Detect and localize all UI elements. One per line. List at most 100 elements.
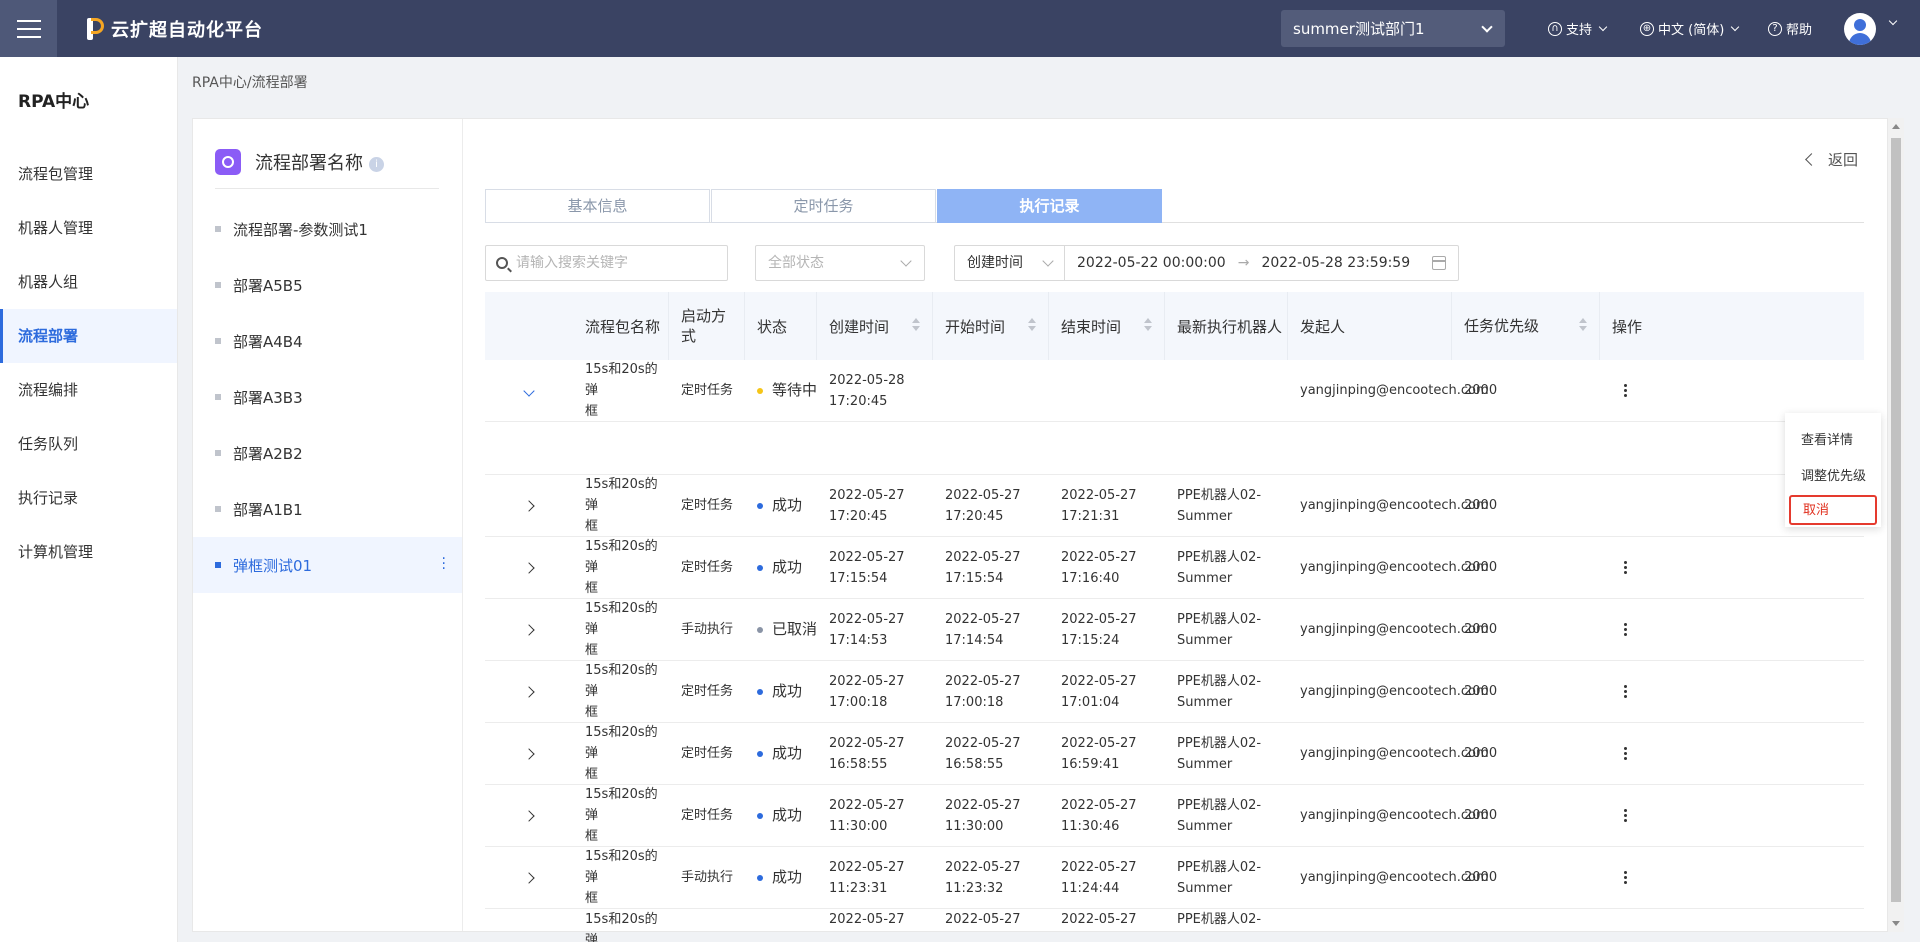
table-row[interactable]: 15s和20s的弹框手动执行 成功 2022-05-27 11:23:31 2022-0… [485,847,1864,909]
status-badge: 成功 [745,805,817,826]
help-link[interactable]: ? 帮助 [1768,19,1812,38]
table-row[interactable]: 15s和20s的弹框手动执行 已取消 2022-05-27 17:14:53 2022-… [485,599,1864,661]
end-date[interactable]: 2022-05-28 23:59:59 [1261,255,1410,271]
tab-1[interactable]: 定时任务 [711,189,936,223]
table-row[interactable]: 15s和20s的弹框定时任务 成功 2022-05-27 11:30:00 2022-0… [485,785,1864,847]
expand-row-button[interactable] [485,561,573,574]
expand-row-button[interactable] [485,384,573,397]
table-header: 流程包名称 启动方式 状态 创建时间 开始时间 结束时间 最新执行机器人 发起人 任务优先级 操作 [485,292,1864,360]
nav-item[interactable]: 执行记录 [0,471,177,525]
menu-toggle-button[interactable] [0,0,57,57]
cell-line: 17:15:54 [945,570,1004,586]
expand-row-button[interactable] [485,499,573,512]
deployment-item[interactable]: 部署A4B4 [193,313,462,369]
scroll-thumb[interactable] [1891,138,1901,902]
cell-line: 11:30:00 [829,818,888,834]
adjust-priority-menu-item[interactable]: 调整优先级 [1785,459,1881,495]
language-menu[interactable]: ⊕ 中文 (简体) [1640,19,1740,38]
status-label: 成功 [772,744,803,762]
robot-cell: PPE机器人02- Summer [1165,857,1288,899]
support-menu[interactable]: ∩ 支持 [1548,19,1608,38]
more-vertical-icon[interactable] [1624,384,1628,397]
status-badge: 成功 [745,495,817,516]
scrollbar[interactable] [1888,118,1904,932]
deployment-item[interactable]: 弹框测试01 · · · [193,537,462,593]
deployment-item[interactable]: 部署A2B2 [193,425,462,481]
cell-line: 15s和20s的弹 [585,912,658,942]
start-date[interactable]: 2022-05-22 00:00:00 [1065,255,1226,271]
deployment-item[interactable]: 部署A5B5 [193,257,462,313]
top-bar: 云扩超自动化平台 summer测试部门1 ∩ 支持 ⊕ 中文 (简体) ? 帮助 [0,0,1920,57]
sort-icon[interactable] [1028,318,1036,332]
tab-2[interactable]: 执行记录 [937,189,1162,223]
range-arrow-icon: → [1237,255,1250,271]
status-label: 成功 [772,868,803,886]
bullet-icon [215,226,221,232]
expand-row-button[interactable] [485,809,573,822]
more-vertical-icon[interactable] [1624,685,1628,698]
cell-line: 2022-05-27 [1061,549,1137,565]
cell-line: PPE机器人02- [1177,611,1262,627]
status-dot-icon [757,626,763,633]
nav-item[interactable]: 任务队列 [0,417,177,471]
nav-item[interactable]: 流程部署 [0,309,177,363]
deployment-item[interactable]: 流程部署-参数测试1 [193,201,462,257]
scroll-down-icon[interactable] [1892,921,1900,926]
cell-line: 15s和20s的弹 [585,539,658,575]
back-button[interactable]: 返回 [1805,149,1858,170]
sort-icon[interactable] [912,318,920,332]
tab-0[interactable]: 基本信息 [485,189,710,223]
table-row[interactable]: 15s和20s的弹框定时任务 成功 2022-05-27 17:00:18 2022-0… [485,661,1864,723]
sort-icon[interactable] [1579,318,1587,332]
app-logo[interactable]: 云扩超自动化平台 [85,16,263,42]
sort-icon[interactable] [1144,318,1152,332]
more-vertical-icon[interactable] [1624,871,1628,884]
department-select[interactable]: summer测试部门1 [1281,10,1505,47]
status-badge: 成功 [745,557,817,578]
nav-item[interactable]: 机器人管理 [0,201,177,255]
chevron-down-icon[interactable] [1888,16,1898,26]
tab-bar: 基本信息 定时任务 执行记录 [485,189,1864,223]
deployment-list-header: 流程部署名称 i [215,149,439,189]
table-row[interactable]: 15s和20s的弹框定时任务 等待中 2022-05-28 17:20:45 yangj… [485,360,1864,422]
nav-item[interactable]: 机器人组 [0,255,177,309]
cancel-menu-item[interactable]: 取消 [1789,495,1877,525]
view-details-menu-item[interactable]: 查看详情 [1785,423,1881,459]
info-icon[interactable]: i [369,157,384,172]
scroll-up-icon[interactable] [1892,124,1900,129]
bullet-icon [215,506,221,512]
launch-mode-cell: 手动执行 [681,870,734,885]
nav-item[interactable]: 计算机管理 [0,525,177,579]
table-row[interactable]: 15s和20s的弹 2022-05-27 2022-05-27 2022-05-27 P… [485,909,1864,942]
more-vertical-icon[interactable] [1624,623,1628,636]
package-name-cell: 15s和20s的弹 [573,909,669,942]
actions-cell [1600,623,1666,636]
status-select[interactable]: 全部状态 [755,245,925,281]
nav-item[interactable]: 流程包管理 [0,147,177,201]
table-row[interactable]: 15s和20s的弹框定时任务 成功 2022-05-27 17:15:54 2022-0… [485,537,1864,599]
row-action-menu: 查看详情 调整优先级 取消 [1785,413,1881,527]
column-header-label: 任务优先级 [1464,317,1540,335]
table-row[interactable]: 15s和20s的弹框定时任务 成功 2022-05-27 17:20:45 2022-0… [485,475,1864,537]
more-vertical-icon[interactable] [1624,747,1628,760]
column-header: 结束时间 [1049,292,1165,360]
actions-cell [1600,871,1666,884]
expand-row-button[interactable] [485,623,573,636]
expand-row-button[interactable] [485,685,573,698]
deployment-item[interactable]: 部署A3B3 [193,369,462,425]
cell-line: 15s和20s的弹 [585,725,658,761]
deployment-item[interactable]: 部署A1B1 [193,481,462,537]
chevron-right-icon [523,809,535,822]
table-row[interactable]: 15s和20s的弹框定时任务 成功 2022-05-27 16:58:55 2022-0… [485,723,1864,785]
more-vertical-icon[interactable] [1624,809,1628,822]
avatar[interactable] [1844,13,1876,45]
nav-item[interactable]: 流程编排 [0,363,177,417]
search-box[interactable] [485,245,728,281]
more-vertical-icon[interactable]: · · · [442,552,446,576]
expand-row-button[interactable] [485,871,573,884]
date-range-picker[interactable]: 创建时间 2022-05-22 00:00:00 → 2022-05-28 23… [954,245,1459,281]
search-input[interactable] [516,255,706,271]
expand-row-button[interactable] [485,747,573,760]
date-type-select[interactable]: 创建时间 [955,246,1065,280]
more-vertical-icon[interactable] [1624,561,1628,574]
